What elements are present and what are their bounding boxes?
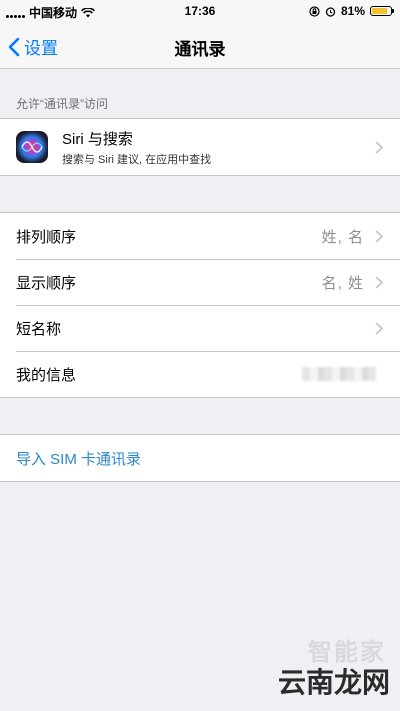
display-order-label: 显示顺序 <box>16 274 77 292</box>
section-header-access: 允许“通讯录”访问 <box>16 97 108 111</box>
watermark-bottom: 云南龙网 <box>277 667 390 698</box>
battery-icon <box>370 6 394 16</box>
status-bar: 中国移动 17:36 81% <box>0 0 400 22</box>
status-right: 81% <box>309 4 394 18</box>
import-group: 导入 SIM 卡通讯录 <box>0 434 400 482</box>
display-order-value: 名, 姓 <box>321 274 364 292</box>
my-info-label: 我的信息 <box>16 366 77 384</box>
navigation-bar: 设置 通讯录 <box>0 22 400 69</box>
sort-order-row[interactable]: 排列顺序 姓, 名 <box>0 213 400 259</box>
import-sim-row[interactable]: 导入 SIM 卡通讯录 <box>0 435 400 481</box>
display-order-row[interactable]: 显示顺序 名, 姓 <box>0 259 400 305</box>
my-info-value-redacted <box>302 367 376 381</box>
short-name-row[interactable]: 短名称 <box>0 305 400 351</box>
orientation-lock-icon <box>309 5 320 17</box>
chevron-right-icon <box>372 140 386 154</box>
battery-percent: 81% <box>340 4 365 18</box>
alarm-icon <box>325 6 336 17</box>
settings-group: 排列顺序 姓, 名 显示顺序 名, 姓 短名称 我的信息 <box>0 212 400 398</box>
access-group: Siri 与搜索 搜索与 Siri 建议, 在应用中查找 <box>0 118 400 176</box>
sort-order-value: 姓, 名 <box>321 228 364 246</box>
chevron-right-icon <box>372 229 386 243</box>
my-info-row[interactable]: 我的信息 <box>0 351 400 397</box>
siri-icon <box>16 131 48 163</box>
import-sim-link[interactable]: 导入 SIM 卡通讯录 <box>16 448 386 469</box>
siri-title: Siri 与搜索 <box>62 130 133 148</box>
chevron-right-icon <box>372 321 386 335</box>
chevron-right-icon <box>372 275 386 289</box>
sort-order-label: 排列顺序 <box>16 228 77 246</box>
short-name-label: 短名称 <box>16 320 62 338</box>
siri-subtitle: 搜索与 Siri 建议, 在应用中查找 <box>62 153 212 166</box>
siri-search-row[interactable]: Siri 与搜索 搜索与 Siri 建议, 在应用中查找 <box>0 119 400 175</box>
page-title: 通讯录 <box>174 40 226 59</box>
